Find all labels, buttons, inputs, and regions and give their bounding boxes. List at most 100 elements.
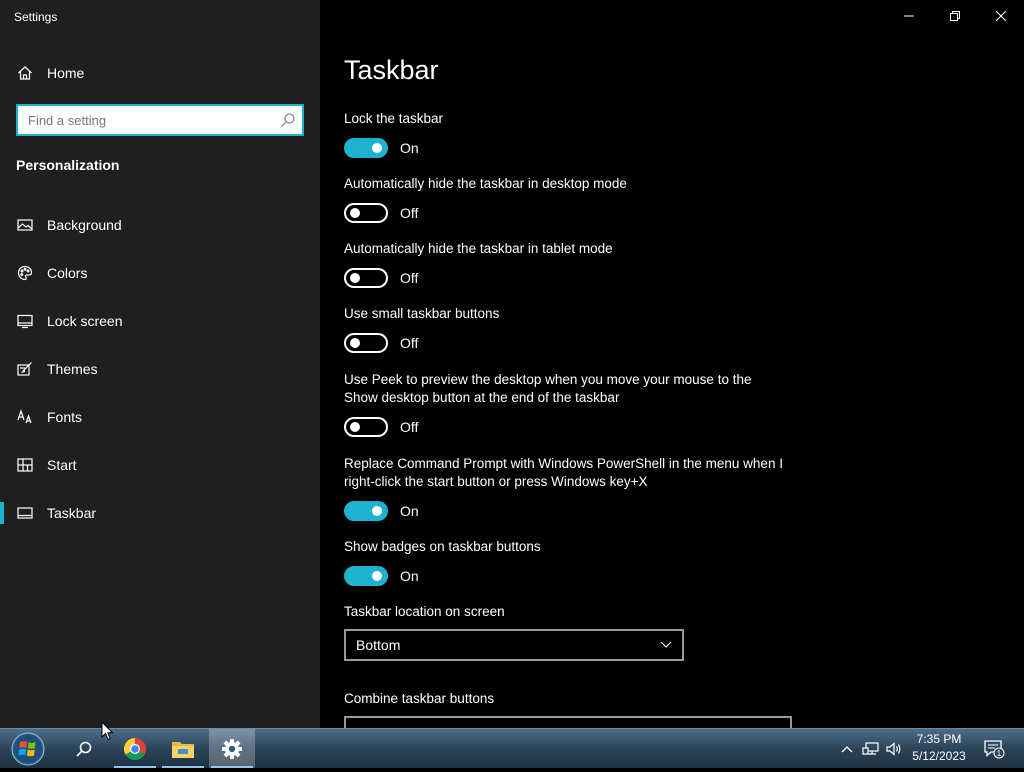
toggle-state: Off	[400, 335, 419, 351]
setting-label: Taskbar location on screen	[344, 604, 505, 619]
combine-buttons-dropdown[interactable]	[344, 716, 792, 728]
taskbar-icon	[16, 504, 34, 522]
setting-label: Use small taskbar buttons	[344, 306, 500, 321]
start-tiles-icon	[16, 456, 34, 474]
windows-logo-icon	[11, 732, 45, 766]
start-button[interactable]	[8, 731, 48, 767]
small-buttons-toggle-row[interactable]: Off	[344, 332, 418, 354]
chrome-icon	[124, 737, 146, 760]
toggle-knob	[350, 338, 360, 348]
autohide-desktop-toggle[interactable]	[344, 203, 388, 223]
action-center-button[interactable]: 1	[980, 729, 1008, 768]
search-icon[interactable]	[280, 112, 296, 128]
palette-icon	[16, 264, 34, 282]
minimize-button[interactable]	[886, 0, 932, 32]
chevron-down-icon	[660, 641, 672, 648]
small-buttons-toggle[interactable]	[344, 333, 388, 353]
lock-taskbar-toggle[interactable]	[344, 138, 388, 158]
lock-screen-icon	[16, 312, 34, 330]
sidebar-item-start[interactable]: Start	[0, 445, 320, 485]
peek-toggle[interactable]	[344, 417, 388, 437]
clock-date: 5/12/2023	[912, 749, 966, 763]
search-box[interactable]	[16, 104, 304, 136]
taskbar-location-dropdown[interactable]: Bottom	[344, 629, 684, 661]
powershell-toggle[interactable]	[344, 501, 388, 521]
setting-label: Replace Command Prompt with Windows Powe…	[344, 456, 783, 489]
close-button[interactable]	[978, 0, 1024, 32]
mouse-cursor-icon	[101, 721, 114, 741]
brush-icon	[16, 360, 34, 378]
gear-icon	[222, 738, 242, 759]
notification-count: 1	[997, 749, 1002, 758]
toggle-state: On	[400, 503, 419, 519]
sidebar-item-label: Themes	[47, 361, 98, 377]
sidebar-item-taskbar[interactable]: Taskbar	[0, 493, 320, 533]
minimize-icon	[904, 15, 914, 17]
chevron-up-icon	[841, 745, 853, 752]
toggle-state: On	[400, 568, 419, 584]
sidebar-item-label: Home	[47, 65, 85, 81]
sidebar-item-label: Lock screen	[47, 313, 123, 329]
sidebar-item-fonts[interactable]: Fonts	[0, 397, 320, 437]
font-icon	[16, 408, 34, 426]
search-input[interactable]	[18, 106, 276, 134]
search-icon	[76, 741, 92, 757]
toggle-state: On	[400, 140, 419, 156]
home-icon	[16, 64, 34, 82]
toggle-knob	[350, 422, 360, 432]
sidebar-item-home[interactable]: Home	[0, 53, 320, 93]
autohide-desktop-toggle-row[interactable]: Off	[344, 202, 418, 224]
autohide-tablet-toggle[interactable]	[344, 268, 388, 288]
toggle-knob	[350, 208, 360, 218]
taskbar-file-explorer-button[interactable]	[160, 729, 206, 768]
notification-icon: 1	[984, 739, 1005, 758]
sidebar-item-label: Fonts	[47, 409, 83, 425]
page-title: Taskbar	[344, 55, 439, 85]
toggle-knob	[372, 143, 382, 153]
folder-icon	[172, 741, 194, 758]
main-content: Taskbar Lock the taskbar On Automaticall…	[320, 0, 1024, 728]
clock[interactable]: 7:35 PM 5/12/2023	[904, 731, 974, 765]
taskbar-chrome-button[interactable]	[112, 729, 158, 768]
setting-label: Show badges on taskbar buttons	[344, 539, 541, 554]
autohide-tablet-toggle-row[interactable]: Off	[344, 267, 418, 289]
windows-taskbar: 7:35 PM 5/12/2023 1	[0, 728, 1024, 768]
network-button[interactable]	[860, 729, 882, 768]
toggle-knob	[372, 571, 382, 581]
picture-icon	[16, 216, 34, 234]
setting-label: Automatically hide the taskbar in deskto…	[344, 176, 627, 191]
volume-button[interactable]	[884, 729, 904, 768]
toggle-state: Off	[400, 270, 419, 286]
sidebar-item-background[interactable]: Background	[0, 205, 320, 245]
restore-button[interactable]	[932, 0, 978, 32]
badges-toggle-row[interactable]: On	[344, 565, 419, 587]
restore-icon	[950, 11, 960, 21]
sidebar-item-label: Background	[47, 217, 122, 233]
peek-toggle-row[interactable]: Off	[344, 416, 418, 438]
sidebar-item-colors[interactable]: Colors	[0, 253, 320, 293]
setting-label: Combine taskbar buttons	[344, 691, 495, 706]
sidebar-item-lock-screen[interactable]: Lock screen	[0, 301, 320, 341]
toggle-knob	[372, 506, 382, 516]
dropdown-value: Bottom	[356, 637, 401, 653]
badges-toggle[interactable]	[344, 566, 388, 586]
app-title: Settings	[14, 10, 58, 24]
sidebar-item-label: Colors	[47, 265, 88, 281]
lock-taskbar-toggle-row[interactable]: On	[344, 137, 419, 159]
sidebar-item-themes[interactable]: Themes	[0, 349, 320, 389]
toggle-state: Off	[400, 419, 419, 435]
network-icon	[862, 741, 879, 755]
close-icon	[995, 10, 1007, 22]
sidebar-item-label: Taskbar	[47, 505, 97, 521]
toggle-state: Off	[400, 205, 419, 221]
clock-time: 7:35 PM	[916, 732, 962, 746]
speaker-icon	[886, 741, 901, 756]
powershell-toggle-row[interactable]: On	[344, 500, 419, 522]
show-hidden-icons-button[interactable]	[838, 729, 856, 768]
setting-label: Use Peek to preview the desktop when you…	[344, 372, 752, 405]
taskbar-settings-button[interactable]	[209, 729, 255, 768]
setting-label: Lock the taskbar	[344, 111, 444, 126]
toggle-knob	[350, 273, 360, 283]
sidebar: Settings Home Personalization Background…	[0, 0, 320, 728]
section-title: Personalization	[16, 157, 120, 173]
